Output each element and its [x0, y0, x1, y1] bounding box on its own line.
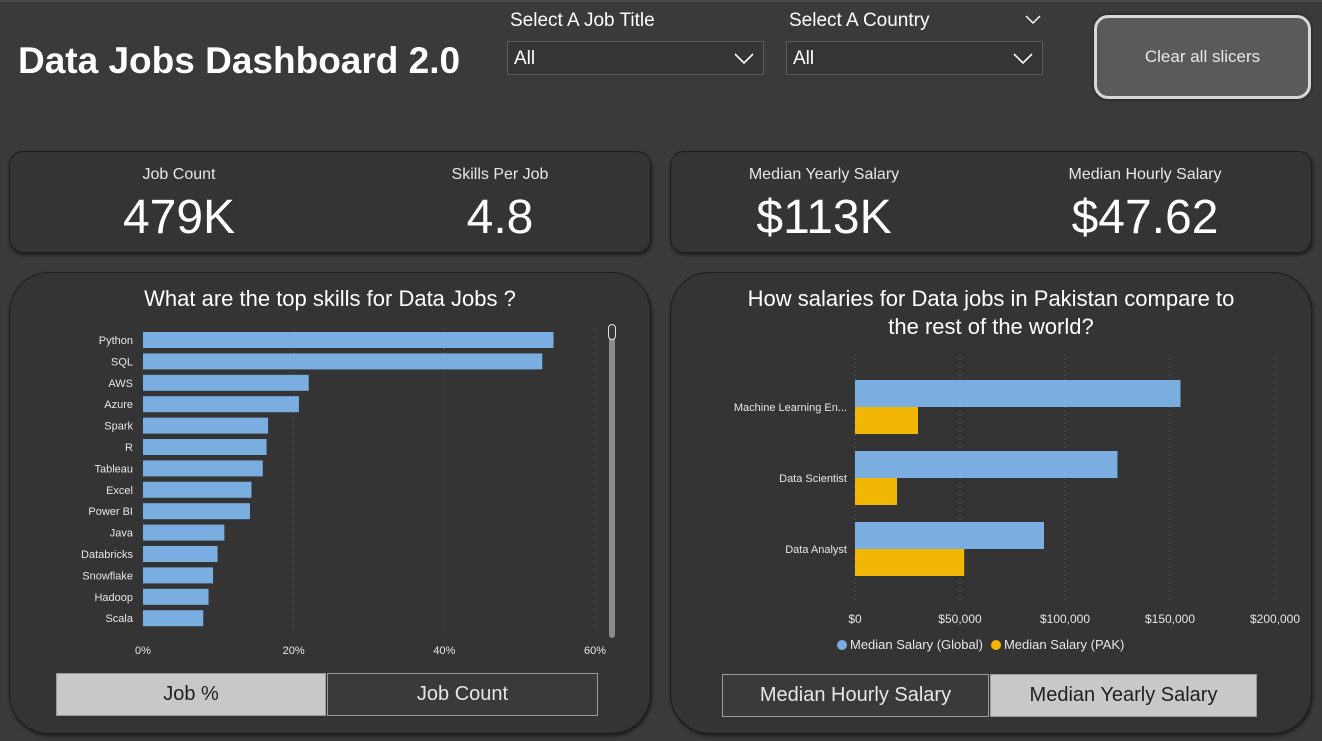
category-label: R — [125, 442, 133, 454]
bar — [855, 478, 897, 505]
bar — [143, 439, 267, 455]
chart-scrollbar[interactable] — [609, 326, 615, 638]
category-label: Excel — [106, 485, 133, 497]
x-tick-label: 40% — [433, 645, 455, 657]
category-label: Azure — [104, 399, 133, 411]
chevron-down-icon — [734, 53, 754, 65]
kpi-value: $47.62 — [1071, 191, 1219, 244]
top-border — [0, 0, 1322, 2]
kpi-label: Skills Per Job — [451, 166, 549, 183]
page-title: Data Jobs Dashboard 2.0 — [18, 40, 461, 81]
bar — [143, 460, 263, 477]
category-label: Machine Learning En... — [734, 402, 847, 414]
kpi-card-jobs: Job Count 479K Skills Per Job 4.8 — [9, 151, 651, 253]
kpi-label: Job Count — [142, 166, 216, 183]
top-skills-chart: 0% 20% 40% 60% Python SQL AWS Azure Spark R Tablea… — [81, 328, 606, 657]
top-skills-card: What are the top skills for Data Jobs ? … — [9, 272, 651, 734]
toggle-job-count[interactable]: Job Count — [327, 673, 598, 716]
legend-dot-pak — [990, 639, 1001, 650]
bar — [143, 353, 543, 370]
x-tick-label: 20% — [283, 645, 305, 657]
bar — [855, 522, 1044, 549]
chevron-down-icon[interactable] — [1024, 13, 1042, 27]
kpi-skills-per-job: Skills Per Job 4.8 — [340, 166, 660, 245]
country-dropdown[interactable]: All — [786, 41, 1043, 75]
bar — [143, 524, 225, 541]
category-label: Data Scientist — [779, 473, 847, 485]
category-label: SQL — [111, 356, 133, 368]
toggle-job-percent[interactable]: Job % — [56, 673, 326, 716]
x-tick-label: $0 — [848, 612, 862, 626]
job-title-slicer-label: Select A Job Title — [510, 10, 655, 31]
x-tick-label: $100,000 — [1040, 612, 1090, 626]
category-label: Power BI — [88, 506, 133, 518]
kpi-card-salary: Median Yearly Salary $113K Median Hourly… — [670, 151, 1312, 253]
clear-all-slicers-button[interactable]: Clear all slicers — [1094, 15, 1311, 99]
category-label: Hadoop — [94, 592, 133, 604]
bar — [855, 407, 918, 434]
category-label: Java — [110, 528, 134, 540]
chart-legend: Median Salary (Global) Median Salary (PA… — [837, 637, 1124, 652]
bar — [855, 451, 1118, 478]
job-title-dropdown[interactable]: All — [507, 41, 764, 75]
job-title-dropdown-value: All — [514, 48, 536, 69]
toggle-median-hourly-salary[interactable]: Median Hourly Salary — [722, 674, 989, 717]
country-slicer-label: Select A Country — [789, 10, 930, 31]
bar — [855, 380, 1181, 407]
kpi-label: Median Yearly Salary — [748, 166, 900, 183]
x-tick-label: $150,000 — [1145, 612, 1195, 626]
bar — [143, 374, 309, 391]
x-tick-label: $50,000 — [938, 612, 982, 626]
category-label: AWS — [108, 378, 133, 390]
country-dropdown-value: All — [793, 48, 815, 69]
category-label: Snowflake — [82, 570, 133, 582]
x-tick-label: 60% — [584, 645, 606, 657]
chevron-down-icon — [1013, 53, 1033, 65]
category-label: Spark — [104, 421, 133, 433]
legend-dot-global — [837, 639, 847, 650]
kpi-label: Median Hourly Salary — [1068, 166, 1222, 183]
category-label: Tableau — [94, 463, 133, 475]
bar — [143, 481, 252, 498]
salary-compare-chart: $0 $50,000 $100,000 $150,000 $200,000 Machine… — [734, 355, 1300, 626]
bar — [143, 546, 218, 562]
bar — [143, 610, 204, 627]
kpi-value: 4.8 — [466, 191, 534, 244]
bar — [143, 588, 209, 605]
kpi-job-count: Job Count 479K — [19, 166, 339, 245]
kpi-median-yearly-salary: Median Yearly Salary $113K — [664, 166, 984, 245]
category-label: Databricks — [81, 549, 133, 561]
legend-label-global: Median Salary (Global) — [850, 637, 983, 652]
bar — [143, 396, 299, 413]
x-tick-label: 0% — [135, 645, 151, 657]
x-tick-label: $200,000 — [1250, 612, 1300, 626]
bar — [143, 503, 250, 520]
bar — [143, 567, 214, 584]
bar — [855, 549, 965, 576]
category-label: Scala — [105, 613, 133, 625]
scrollbar-thumb[interactable] — [608, 324, 616, 340]
bar — [143, 417, 269, 434]
kpi-value: 479K — [122, 191, 236, 244]
kpi-value: $113K — [756, 191, 892, 244]
toggle-median-yearly-salary[interactable]: Median Yearly Salary — [990, 674, 1257, 717]
category-label: Python — [99, 335, 133, 347]
category-label: Data Analyst — [785, 544, 847, 556]
legend-label-pak: Median Salary (PAK) — [1003, 637, 1125, 652]
kpi-median-hourly-salary: Median Hourly Salary $47.62 — [985, 166, 1305, 245]
salary-compare-card: How salaries for Data jobs in Pakistan c… — [670, 272, 1312, 734]
bar — [143, 332, 554, 348]
